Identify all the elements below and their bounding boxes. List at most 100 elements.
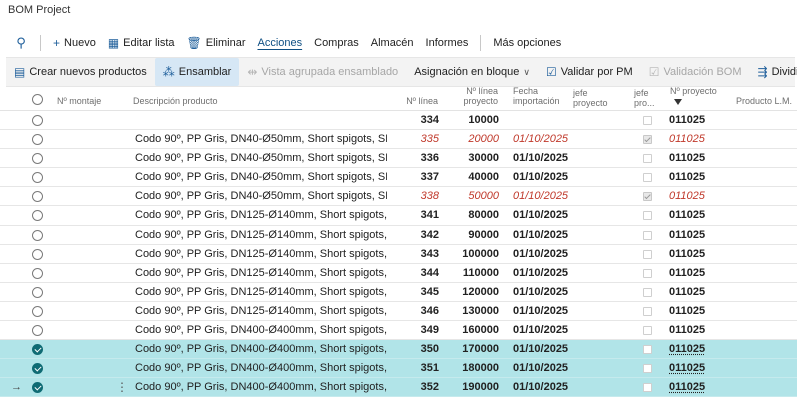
row-select-radio[interactable] bbox=[32, 229, 43, 241]
tab-almacen[interactable]: Almacén bbox=[365, 30, 420, 56]
cell-descripcion[interactable]: Codo 90º, PP Gris, DN125-Ø140mm, Short s… bbox=[135, 206, 387, 225]
filter-icon[interactable] bbox=[674, 99, 682, 105]
cell-linea[interactable]: 334 bbox=[398, 111, 439, 130]
cell-num-proyecto[interactable]: 011025 bbox=[669, 321, 719, 340]
col-header-producto-lm[interactable]: Producto L.M. bbox=[736, 96, 792, 106]
tab-acciones[interactable]: Acciones bbox=[251, 30, 308, 56]
cell-descripcion[interactable]: Codo 90º, PP Gris, DN40-Ø50mm, Short spi… bbox=[135, 130, 387, 149]
nuevo-button[interactable]: + Nuevo bbox=[47, 30, 102, 56]
dividir-lineas-button[interactable]: ⇶Dividir líneas bbox=[750, 57, 797, 87]
table-row[interactable]: Codo 90º, PP Gris, DN40-Ø50mm, Short spi… bbox=[0, 130, 797, 150]
row-select-radio[interactable] bbox=[32, 134, 43, 146]
table-row[interactable]: Codo 90º, PP Gris, DN125-Ø140mm, Short s… bbox=[0, 206, 797, 226]
cell-linea-proyecto[interactable]: 20000 bbox=[452, 130, 499, 149]
cell-linea[interactable]: 337 bbox=[398, 168, 439, 187]
cell-linea-proyecto[interactable]: 190000 bbox=[452, 378, 499, 397]
select-all-radio[interactable] bbox=[32, 94, 43, 105]
table-row[interactable]: Codo 90º, PP Gris, DN40-Ø50mm, Short spi… bbox=[0, 168, 797, 188]
row-select-radio[interactable] bbox=[32, 172, 43, 184]
cell-linea[interactable]: 341 bbox=[398, 206, 439, 225]
cell-fecha[interactable]: 01/10/2025 bbox=[513, 302, 573, 321]
cell-fecha[interactable]: 01/10/2025 bbox=[513, 226, 573, 245]
cell-num-proyecto[interactable]: 011025 bbox=[669, 264, 719, 283]
row-select-radio[interactable] bbox=[32, 191, 43, 203]
jefe-pro-checkbox[interactable] bbox=[643, 135, 652, 145]
cell-descripcion[interactable]: Codo 90º, PP Gris, DN400-Ø400mm, Short s… bbox=[135, 378, 387, 397]
cell-fecha[interactable]: 01/10/2025 bbox=[513, 340, 573, 359]
cell-num-proyecto[interactable]: 011025 bbox=[669, 168, 719, 187]
cell-fecha[interactable]: 01/10/2025 bbox=[513, 264, 573, 283]
cell-num-proyecto[interactable]: 011025 bbox=[669, 378, 719, 397]
cell-linea[interactable]: 346 bbox=[398, 302, 439, 321]
jefe-pro-checkbox[interactable] bbox=[643, 173, 652, 183]
jefe-pro-checkbox[interactable] bbox=[643, 326, 652, 336]
jefe-pro-checkbox[interactable] bbox=[643, 230, 652, 240]
table-row[interactable]: → ⋮ Codo 90º, PP Gris, DN400-Ø400mm, Short… bbox=[0, 378, 797, 398]
cell-num-proyecto[interactable]: 011025 bbox=[669, 149, 719, 168]
cell-num-proyecto[interactable]: 011025 bbox=[669, 340, 719, 359]
cell-linea-proyecto[interactable]: 180000 bbox=[452, 359, 499, 378]
table-row[interactable]: Codo 90º, PP Gris, DN125-Ø140mm, Short s… bbox=[0, 264, 797, 283]
cell-linea-proyecto[interactable]: 30000 bbox=[452, 149, 499, 168]
jefe-pro-checkbox[interactable] bbox=[643, 211, 652, 221]
jefe-pro-checkbox[interactable] bbox=[643, 345, 652, 355]
cell-fecha[interactable]: 01/10/2025 bbox=[513, 149, 573, 168]
table-row[interactable]: 334 10000 011025 bbox=[0, 111, 797, 131]
cell-descripcion[interactable]: Codo 90º, PP Gris, DN125-Ø140mm, Short s… bbox=[135, 264, 387, 283]
col-header-fecha[interactable]: Fecha importación bbox=[513, 86, 560, 106]
validar-pm-button[interactable]: ☑ Validar por PM bbox=[538, 57, 641, 87]
cell-linea-proyecto[interactable]: 130000 bbox=[452, 302, 499, 321]
row-select-radio[interactable] bbox=[32, 115, 43, 126]
table-row[interactable]: Codo 90º, PP Gris, DN125-Ø140mm, Short s… bbox=[0, 226, 797, 245]
cell-fecha[interactable]: 01/10/2025 bbox=[513, 359, 573, 378]
jefe-pro-checkbox[interactable] bbox=[643, 249, 652, 259]
cell-num-proyecto[interactable]: 011025 bbox=[669, 226, 719, 245]
row-menu-icon[interactable]: ⋮ bbox=[116, 378, 128, 397]
crear-nuevos-productos-button[interactable]: ▤ Crear nuevos productos bbox=[6, 57, 155, 87]
jefe-pro-checkbox[interactable] bbox=[643, 306, 652, 316]
eliminar-button[interactable]: 🗑 Eliminar bbox=[181, 30, 252, 56]
col-header-montaje[interactable]: Nº montaje bbox=[57, 96, 101, 106]
col-header-linea[interactable]: Nº línea bbox=[398, 96, 438, 106]
cell-num-proyecto[interactable]: 011025 bbox=[669, 130, 719, 149]
col-header-linea-proyecto[interactable]: Nº línea proyecto bbox=[456, 86, 498, 106]
cell-linea-proyecto[interactable]: 110000 bbox=[452, 264, 499, 283]
table-row[interactable]: Codo 90º, PP Gris, DN400-Ø400mm, Short s… bbox=[0, 359, 797, 379]
cell-linea[interactable]: 343 bbox=[398, 245, 439, 264]
ensamblar-button[interactable]: ⁂ Ensamblar bbox=[154, 58, 240, 86]
row-select-radio[interactable] bbox=[32, 267, 43, 279]
row-select-radio[interactable] bbox=[32, 286, 43, 298]
cell-linea-proyecto[interactable]: 120000 bbox=[452, 283, 499, 302]
table-row[interactable]: Codo 90º, PP Gris, DN125-Ø140mm, Short s… bbox=[0, 283, 797, 302]
jefe-pro-checkbox[interactable] bbox=[643, 364, 652, 374]
cell-fecha[interactable]: 01/10/2025 bbox=[513, 378, 573, 397]
col-header-jefe-pro[interactable]: jefe pro... bbox=[634, 88, 655, 108]
cell-fecha[interactable]: 01/10/2025 bbox=[513, 130, 573, 149]
row-select-radio[interactable] bbox=[32, 325, 43, 337]
cell-linea-proyecto[interactable]: 100000 bbox=[452, 245, 499, 264]
cell-linea-proyecto[interactable]: 40000 bbox=[452, 168, 499, 187]
jefe-pro-checkbox[interactable] bbox=[643, 268, 652, 278]
cell-linea[interactable]: 338 bbox=[398, 187, 439, 206]
mas-opciones-button[interactable]: Más opciones bbox=[487, 30, 567, 56]
col-header-num-proyecto[interactable]: Nº proyecto bbox=[670, 86, 717, 96]
cell-descripcion[interactable]: Codo 90º, PP Gris, DN400-Ø400mm, Short s… bbox=[135, 340, 387, 359]
cell-descripcion[interactable]: Codo 90º, PP Gris, DN125-Ø140mm, Short s… bbox=[135, 283, 387, 302]
table-row[interactable]: Codo 90º, PP Gris, DN40-Ø50mm, Short spi… bbox=[0, 149, 797, 169]
jefe-pro-checkbox[interactable] bbox=[643, 154, 652, 164]
table-row[interactable]: Codo 90º, PP Gris, DN400-Ø400mm, Short s… bbox=[0, 321, 797, 341]
cell-linea[interactable]: 342 bbox=[398, 226, 439, 245]
cell-descripcion[interactable]: Codo 90º, PP Gris, DN400-Ø400mm, Short s… bbox=[135, 321, 387, 340]
row-select-radio[interactable] bbox=[32, 153, 43, 165]
table-row[interactable]: Codo 90º, PP Gris, DN400-Ø400mm, Short s… bbox=[0, 340, 797, 360]
cell-linea[interactable]: 344 bbox=[398, 264, 439, 283]
row-select-radio[interactable] bbox=[32, 363, 43, 375]
cell-num-proyecto[interactable]: 011025 bbox=[669, 359, 719, 378]
cell-linea[interactable]: 335 bbox=[398, 130, 439, 149]
cell-linea[interactable]: 350 bbox=[398, 340, 439, 359]
cell-linea-proyecto[interactable]: 80000 bbox=[452, 206, 499, 225]
cell-linea[interactable]: 351 bbox=[398, 359, 439, 378]
editar-lista-button[interactable]: ▦ Editar lista bbox=[102, 30, 181, 56]
cell-linea-proyecto[interactable]: 50000 bbox=[452, 187, 499, 206]
cell-fecha[interactable]: 01/10/2025 bbox=[513, 187, 573, 206]
